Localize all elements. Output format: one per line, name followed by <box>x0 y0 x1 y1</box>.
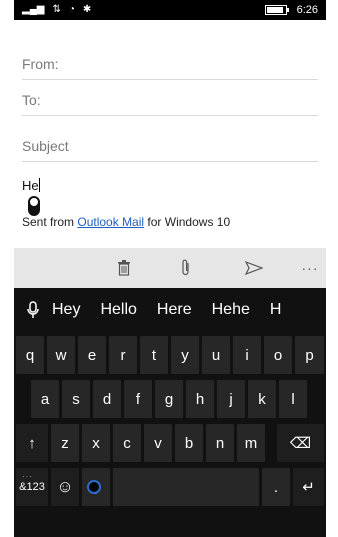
compose-toolbar: ··· <box>14 248 326 288</box>
keyboard: Hey Hello Here Hehe H q w e r t y u i o … <box>14 288 326 537</box>
suggestion-bar: Hey Hello Here Hehe H <box>14 288 326 332</box>
key[interactable]: e <box>78 336 106 374</box>
send-button[interactable] <box>242 256 266 280</box>
status-time: 6:26 <box>296 4 318 16</box>
key[interactable]: o <box>264 336 292 374</box>
battery-icon <box>264 5 289 15</box>
more-button[interactable]: ··· <box>298 256 322 280</box>
suggestion-item[interactable]: Here <box>157 301 192 319</box>
to-label: To: <box>22 92 41 108</box>
shift-key[interactable]: ↑ <box>16 424 48 462</box>
key[interactable]: h <box>186 380 214 418</box>
body-text: He <box>22 178 39 193</box>
more-keys-dots: ··· <box>22 472 33 481</box>
left-bezel <box>0 0 14 537</box>
suggestion-item[interactable]: H <box>270 301 282 319</box>
from-label: From: <box>22 56 59 72</box>
emoji-key[interactable]: ☺ <box>51 468 79 506</box>
numbers-key-label: &123 <box>19 481 45 493</box>
compose-area: From: To: Subject He Sent from Outlook M… <box>14 20 326 248</box>
text-caret <box>38 178 40 192</box>
key[interactable]: c <box>113 424 141 462</box>
attach-button[interactable] <box>174 256 198 280</box>
subject-label: Subject <box>22 138 69 154</box>
key[interactable]: j <box>217 380 245 418</box>
microphone-button[interactable] <box>14 301 52 319</box>
key[interactable]: u <box>202 336 230 374</box>
data-icon: ⇅ <box>52 4 61 15</box>
to-field[interactable]: To: <box>22 80 318 116</box>
subject-field[interactable]: Subject <box>22 126 318 162</box>
signature: Sent from Outlook Mail for Windows 10 <box>22 215 230 229</box>
key[interactable]: t <box>140 336 168 374</box>
key[interactable]: w <box>47 336 75 374</box>
key[interactable]: y <box>171 336 199 374</box>
key[interactable]: q <box>16 336 44 374</box>
numbers-key[interactable]: ··· &123 <box>16 468 48 506</box>
signal-icon: ▂▄▆ <box>22 4 45 15</box>
key[interactable]: m <box>237 424 265 462</box>
suggestion-item[interactable]: Hehe <box>212 301 250 319</box>
selection-gripper-icon[interactable] <box>28 196 40 216</box>
key[interactable]: s <box>62 380 90 418</box>
key[interactable]: x <box>82 424 110 462</box>
phone-screen: ▂▄▆ ⇅ ◔ ✱ 6:26 From: To: Subject He Sent… <box>14 0 326 537</box>
key[interactable]: n <box>206 424 234 462</box>
status-bar: ▂▄▆ ⇅ ◔ ✱ 6:26 <box>14 0 326 20</box>
key[interactable]: k <box>248 380 276 418</box>
send-icon <box>245 261 263 275</box>
signature-suffix: for Windows 10 <box>147 215 231 229</box>
key[interactable]: l <box>279 380 307 418</box>
key[interactable]: i <box>233 336 261 374</box>
backspace-key[interactable]: ⌫ <box>277 424 324 462</box>
microphone-icon <box>27 301 39 318</box>
from-field[interactable]: From: <box>22 40 318 80</box>
key[interactable]: f <box>124 380 152 418</box>
bluetooth-icon: ✱ <box>82 4 92 15</box>
wifi-icon: ◔ <box>68 4 75 15</box>
key-row-3: ↑ z x c v b n m ⌫ <box>14 424 326 466</box>
space-key[interactable] <box>113 468 259 506</box>
key[interactable]: v <box>144 424 172 462</box>
suggestion-item[interactable]: Hey <box>52 301 80 319</box>
key-row-4: ··· &123 ☺ , . ↵ <box>14 468 326 510</box>
right-bezel <box>324 0 338 537</box>
key[interactable]: z <box>51 424 79 462</box>
key-row-2: a s d f g h j k l <box>14 380 326 422</box>
enter-key[interactable]: ↵ <box>293 468 324 506</box>
key[interactable]: p <box>295 336 324 374</box>
more-icon: ··· <box>301 260 319 276</box>
key-row-1: q w e r t y u i o p <box>14 336 326 378</box>
status-icons: ▂▄▆ ⇅ ◔ ✱ <box>22 5 91 15</box>
signature-link[interactable]: Outlook Mail <box>77 215 144 229</box>
key[interactable]: a <box>31 380 59 418</box>
delete-button[interactable] <box>112 256 136 280</box>
touch-indicator <box>87 480 101 494</box>
period-key[interactable]: . <box>262 468 290 506</box>
key[interactable]: b <box>175 424 203 462</box>
key[interactable]: g <box>155 380 183 418</box>
suggestion-item[interactable]: Hello <box>100 301 136 319</box>
message-body[interactable]: He <box>22 178 40 193</box>
key[interactable]: r <box>109 336 137 374</box>
attach-icon <box>182 259 189 276</box>
key[interactable]: d <box>93 380 121 418</box>
delete-icon <box>118 260 130 276</box>
signature-prefix: Sent from <box>22 215 75 229</box>
